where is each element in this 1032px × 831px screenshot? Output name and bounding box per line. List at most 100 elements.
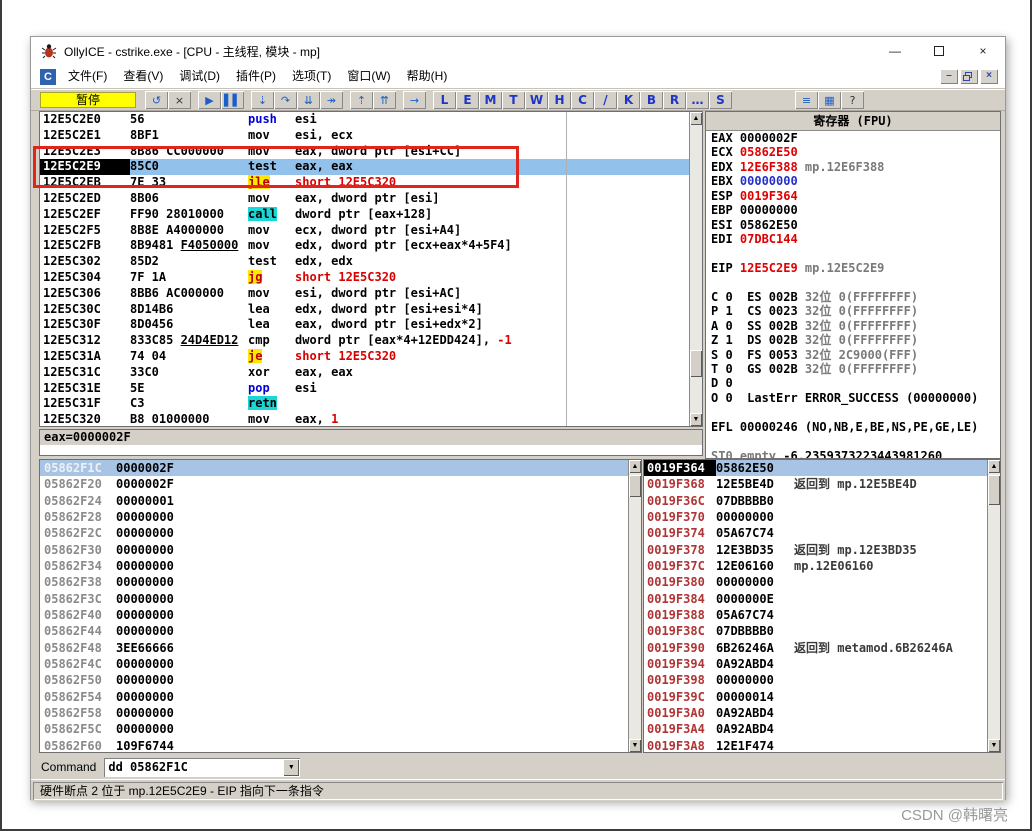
disasm-scroll-track[interactable] (690, 125, 702, 413)
dump-row[interactable]: 05862F4C00000000 (40, 656, 628, 672)
disasm-row[interactable]: 12E5C2ED8B06moveax, dword ptr [esi] (40, 191, 689, 207)
animate-over-button[interactable]: ↠ (320, 91, 343, 109)
disasm-row[interactable]: 12E5C2E18BF1movesi, ecx (40, 128, 689, 144)
pause-button[interactable]: ▌▌ (221, 91, 244, 109)
stack-row[interactable]: 0019F36C07DBBBB0 (644, 493, 987, 509)
register-line[interactable]: ECX 05862E50 (706, 145, 1000, 159)
register-line[interactable] (706, 275, 1000, 289)
breakpoints-button[interactable]: B (640, 91, 663, 109)
appearance-button[interactable]: ▦ (818, 91, 841, 109)
register-line[interactable] (706, 434, 1000, 448)
dump-row[interactable]: 05862F4400000000 (40, 623, 628, 639)
dump-row[interactable]: 05862F200000002F (40, 476, 628, 492)
disasm-scroll-thumb[interactable] (690, 350, 702, 377)
scroll-down-icon[interactable]: ▼ (629, 739, 641, 752)
register-line[interactable]: EAX 0000002F (706, 131, 1000, 145)
dump-scrollbar[interactable]: ▲ ▼ (628, 460, 641, 752)
mdi-close-icon[interactable]: × (980, 69, 998, 84)
windows-list-button[interactable]: ≡ (795, 91, 818, 109)
menu-item-debug[interactable]: 调试(D) (171, 65, 228, 88)
disasm-row[interactable]: 12E5C30C8D14B6leaedx, dword ptr [esi+esi… (40, 302, 689, 318)
scroll-down-icon[interactable]: ▼ (988, 739, 1000, 752)
register-line[interactable]: C 0 ES 002B 32位 0(FFFFFFFF) (706, 290, 1000, 304)
dump-row[interactable]: 05862F3C00000000 (40, 591, 628, 607)
stack-row[interactable]: 0019F39C00000014 (644, 689, 987, 705)
dump-row[interactable]: 05862F5400000000 (40, 689, 628, 705)
disasm-row[interactable]: 12E5C3068BB6 AC000000movesi, dword ptr [… (40, 286, 689, 302)
stack-scroll-thumb[interactable] (988, 475, 1000, 505)
dump-row[interactable]: 05862F60109F6744 (40, 738, 628, 752)
stack-row[interactable]: 0019F3A00A92ABD4 (644, 705, 987, 721)
animate-into-button[interactable]: ⇊ (297, 91, 320, 109)
stack-row[interactable]: 0019F36812E5BE4D返回到 mp.12E5BE4D (644, 476, 987, 492)
register-line[interactable]: EBP 00000000 (706, 203, 1000, 217)
register-line[interactable]: EDX 12E6F388 mp.12E6F388 (706, 160, 1000, 174)
dump-row[interactable]: 05862F2400000001 (40, 493, 628, 509)
disasm-row[interactable]: 12E5C31FC3retn (40, 396, 689, 412)
disasm-row[interactable]: 12E5C30285D2testedx, edx (40, 254, 689, 270)
stack-row[interactable]: 0019F3A812E1F474 (644, 738, 987, 752)
register-line[interactable]: A 0 SS 002B 32位 0(FFFFFFFF) (706, 319, 1000, 333)
stack-row[interactable]: 0019F3A40A92ABD4 (644, 721, 987, 737)
register-line[interactable]: EIP 12E5C2E9 mp.12E5C2E9 (706, 261, 1000, 275)
disasm-row[interactable]: 12E5C3047F 1Ajgshort 12E5C320 (40, 270, 689, 286)
dump-row[interactable]: 05862F483EE66666 (40, 640, 628, 656)
register-line[interactable]: Z 1 DS 002B 32位 0(FFFFFFFF) (706, 333, 1000, 347)
windows-button[interactable]: W (525, 91, 548, 109)
stack-scrollbar[interactable]: ▲ ▼ (987, 460, 1000, 752)
threads-button[interactable]: T (502, 91, 525, 109)
dump-row[interactable]: 05862F5C00000000 (40, 721, 628, 737)
help-button[interactable]: ? (841, 91, 864, 109)
stack-row[interactable]: 0019F36405862E50 (644, 460, 987, 476)
register-line[interactable]: ESI 05862E50 (706, 218, 1000, 232)
run-trace-button[interactable]: … (686, 91, 709, 109)
register-line[interactable]: ESP 0019F364 (706, 189, 1000, 203)
dump-row[interactable]: 05862F4000000000 (40, 607, 628, 623)
register-line[interactable]: EBX 00000000 (706, 174, 1000, 188)
scroll-up-icon[interactable]: ▲ (690, 112, 702, 125)
stack-row[interactable]: 0019F3840000000E (644, 591, 987, 607)
register-line[interactable]: S 0 FS 0053 32位 2C9000(FFF) (706, 348, 1000, 362)
menu-item-help[interactable]: 帮助(H) (399, 65, 456, 88)
cpu-button[interactable]: C (571, 91, 594, 109)
menu-item-options[interactable]: 选项(T) (284, 65, 339, 88)
dump-row[interactable]: 05862F2800000000 (40, 509, 628, 525)
register-line[interactable]: EFL 00000246 (NO,NB,E,BE,NS,PE,GE,LE) (706, 420, 1000, 434)
register-line[interactable] (706, 247, 1000, 261)
scroll-up-icon[interactable]: ▲ (629, 460, 641, 473)
goto-button[interactable]: → (403, 91, 426, 109)
dropdown-icon[interactable]: ▼ (283, 759, 299, 776)
stack-row[interactable]: 0019F38805A67C74 (644, 607, 987, 623)
execute-till-return-button[interactable]: ⇡ (350, 91, 373, 109)
references-button[interactable]: R (663, 91, 686, 109)
register-line[interactable]: O 0 LastErr ERROR_SUCCESS (00000000) (706, 391, 1000, 405)
minimize-icon[interactable]: — (873, 37, 917, 65)
register-line[interactable]: P 1 CS 0023 32位 0(FFFFFFFF) (706, 304, 1000, 318)
menu-item-plugins[interactable]: 插件(P) (228, 65, 284, 88)
menu-item-window[interactable]: 窗口(W) (339, 65, 398, 88)
disasm-row[interactable]: 12E5C2EFFF90 28010000calldword ptr [eax+… (40, 207, 689, 223)
info-line[interactable]: eax=0000002F (40, 430, 702, 445)
dump-row[interactable]: 05862F3800000000 (40, 574, 628, 590)
mdi-minimize-icon[interactable]: – (940, 69, 958, 84)
patches-button[interactable]: / (594, 91, 617, 109)
register-line[interactable]: ST0 empty -6.2359373223443981260 (706, 449, 1000, 458)
dump-scroll-thumb[interactable] (629, 475, 641, 497)
stack-row[interactable]: 0019F39800000000 (644, 672, 987, 688)
disasm-row[interactable]: 12E5C31A74 04jeshort 12E5C320 (40, 349, 689, 365)
stack-row[interactable]: 0019F38000000000 (644, 574, 987, 590)
stack-row[interactable]: 0019F3940A92ABD4 (644, 656, 987, 672)
disasm-row[interactable]: 12E5C31E5Epopesi (40, 381, 689, 397)
scroll-down-icon[interactable]: ▼ (690, 413, 702, 426)
register-line[interactable]: D 0 (706, 376, 1000, 390)
handles-button[interactable]: H (548, 91, 571, 109)
disasm-row[interactable]: 12E5C30F8D0456leaeax, dword ptr [esi+edx… (40, 317, 689, 333)
stack-scroll-track[interactable] (988, 473, 1000, 739)
disasm-row[interactable]: 12E5C312833C85 24D4ED12cmpdword ptr [eax… (40, 333, 689, 349)
stack-row[interactable]: 0019F37C12E06160mp.12E06160 (644, 558, 987, 574)
call-stack-button[interactable]: K (617, 91, 640, 109)
disasm-scrollbar[interactable]: ▲ ▼ (689, 112, 702, 426)
maximize-icon[interactable] (917, 37, 961, 65)
stack-row[interactable]: 0019F37405A67C74 (644, 525, 987, 541)
disasm-row[interactable]: 12E5C320B8 01000000moveax, 1 (40, 412, 689, 426)
